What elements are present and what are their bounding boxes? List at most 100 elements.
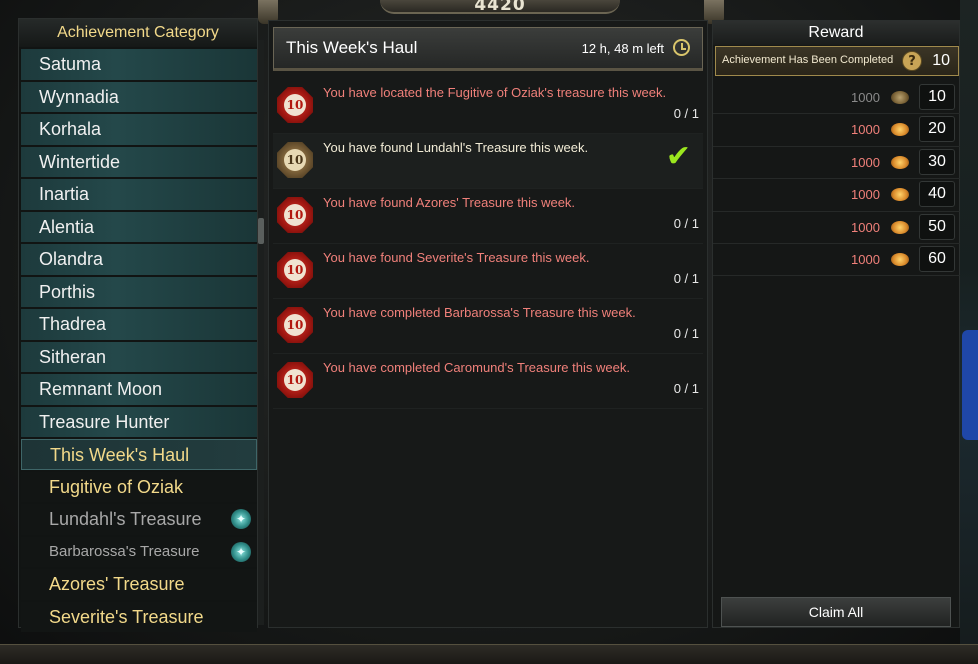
badge-icon: 10: [277, 362, 313, 398]
achievement-row[interactable]: 10 You have completed Barbarossa's Treas…: [273, 299, 703, 354]
background-figure: [962, 330, 978, 440]
reward-amount: 1000: [851, 219, 880, 235]
category-label: Olandra: [39, 249, 104, 269]
reward-amount: 1000: [851, 122, 880, 138]
coin-icon: [891, 155, 909, 169]
badge-icon: 10: [277, 197, 313, 233]
subcategory-this-weeks-haul[interactable]: This Week's Haul: [21, 439, 257, 470]
badge-points: 10: [284, 204, 306, 226]
completed-summary: Achievement Has Been Completed ? 10: [715, 46, 959, 76]
question-icon[interactable]: ?: [902, 51, 922, 71]
reward-row: 1000 10: [713, 82, 961, 115]
subcategory-fugitive-of-oziak[interactable]: Fugitive of Oziak: [21, 471, 257, 502]
subcategory-azores-treasure[interactable]: Azores' Treasure: [21, 569, 257, 600]
reward-threshold: 40: [919, 181, 955, 208]
subcategory-label: Fugitive of Oziak: [49, 476, 184, 497]
subcategory-label: This Week's Haul: [50, 445, 190, 465]
achievement-header: This Week's Haul 12 h, 48 m left: [273, 27, 703, 71]
subcategory-label: Barbarossa's Treasure: [49, 542, 200, 560]
achievement-progress: 0 / 1: [673, 326, 699, 341]
completed-gem-icon: ✦: [231, 541, 251, 562]
category-item[interactable]: Inartia: [21, 179, 257, 210]
category-label: Porthis: [39, 281, 96, 302]
achievement-text: You have completed Barbarossa's Treasure…: [323, 305, 636, 320]
achievement-row[interactable]: 10 You have found Severite's Treasure th…: [273, 244, 703, 299]
coin-icon: [891, 188, 909, 202]
time-remaining: 12 h, 48 m left: [581, 41, 664, 56]
achievement-points: 4420: [474, 0, 526, 15]
achievement-progress: 0 / 1: [673, 271, 699, 286]
achievement-window: 4420 Achievement Category Satuma Wynnadi…: [0, 0, 978, 664]
achievement-progress: 0 / 1: [673, 381, 699, 396]
achievement-row[interactable]: 10 You have found Azores' Treasure this …: [273, 189, 703, 244]
category-label: Inartia: [39, 184, 90, 204]
badge-icon: 10: [277, 87, 313, 123]
completed-gem-icon: ✦: [231, 509, 251, 529]
reward-threshold: 50: [919, 213, 955, 240]
achievement-row[interactable]: 10 You have found Lundahl's Treasure thi…: [273, 134, 703, 189]
subcategory-lundahls-treasure[interactable]: Lundahl's Treasure ✦: [21, 504, 257, 535]
reward-threshold: 20: [919, 116, 955, 143]
category-item-treasure-hunter[interactable]: Treasure Hunter: [21, 406, 257, 437]
reward-row: 1000 50: [713, 212, 961, 244]
category-label: Sitheran: [39, 346, 107, 367]
completed-label: Achievement Has Been Completed: [722, 54, 894, 66]
reward-header: Reward: [713, 21, 959, 45]
reward-threshold: 30: [919, 148, 955, 175]
category-scrollbar[interactable]: [258, 40, 264, 625]
category-label: Wintertide: [39, 151, 121, 172]
category-label: Thadrea: [39, 314, 107, 334]
subcategory-label: Severite's Treasure: [49, 606, 204, 627]
reward-row: 1000 20: [713, 114, 961, 147]
achievement-row[interactable]: 10 You have completed Caromund's Treasur…: [273, 354, 703, 409]
reward-row: 1000 40: [713, 179, 961, 212]
scrollbar-thumb[interactable]: [258, 218, 264, 244]
category-item[interactable]: Wintertide: [21, 146, 257, 177]
reward-row: 1000 30: [713, 147, 961, 180]
category-label: Wynnadia: [39, 86, 119, 107]
badge-points: 10: [284, 149, 306, 171]
subcategory-severites-treasure[interactable]: Severite's Treasure: [21, 601, 257, 632]
achievement-list: 10 You have located the Fugitive of Ozia…: [273, 79, 705, 409]
badge-points: 10: [284, 314, 306, 336]
category-item[interactable]: Korhala: [21, 114, 257, 145]
subcategory-barbarossas-treasure[interactable]: Barbarossa's Treasure ✦: [21, 536, 257, 567]
category-item[interactable]: Remnant Moon: [21, 374, 257, 405]
category-item[interactable]: Thadrea: [21, 309, 257, 340]
coin-icon: [891, 252, 909, 266]
achievement-text: You have found Lundahl's Treasure this w…: [323, 140, 589, 155]
reward-threshold: 10: [919, 84, 955, 110]
achievement-row[interactable]: 10 You have located the Fugitive of Ozia…: [273, 79, 703, 134]
category-item[interactable]: Alentia: [21, 211, 257, 242]
reward-panel: Reward Achievement Has Been Completed ? …: [712, 20, 961, 628]
category-label: Alentia: [39, 216, 95, 237]
category-label: Remnant Moon: [39, 379, 163, 399]
reward-amount: 1000: [851, 251, 880, 267]
subcategory-label: Lundahl's Treasure: [49, 509, 202, 529]
category-label: Korhala: [39, 119, 102, 139]
reward-list: 1000 10 1000 20 1000 30 1000 40 1000 50 …: [713, 82, 961, 277]
category-label: Satuma: [39, 54, 102, 74]
category-label: Treasure Hunter: [39, 411, 170, 432]
category-header: Achievement Category: [19, 19, 257, 47]
category-item[interactable]: Porthis: [21, 276, 257, 307]
badge-points: 10: [284, 94, 306, 116]
claim-all-button[interactable]: Claim All: [721, 597, 951, 627]
achievement-title: This Week's Haul: [286, 38, 418, 57]
bottom-frame: [0, 644, 978, 664]
category-item[interactable]: Olandra: [21, 244, 257, 275]
subcategory-label: Azores' Treasure: [49, 574, 185, 594]
reward-row: 1000 60: [713, 244, 961, 277]
achievement-text: You have found Azores' Treasure this wee…: [323, 195, 576, 210]
achievement-panel: This Week's Haul 12 h, 48 m left 10 You …: [268, 20, 708, 628]
achievement-text: You have found Severite's Treasure this …: [323, 250, 590, 265]
reward-threshold: 60: [919, 245, 955, 272]
category-item[interactable]: Sitheran: [21, 341, 257, 372]
points-plaque: 4420: [380, 0, 620, 14]
category-item[interactable]: Wynnadia: [21, 81, 257, 112]
category-item[interactable]: Satuma: [21, 49, 257, 80]
coin-icon: [891, 220, 909, 234]
clock-icon: [673, 39, 690, 56]
reward-amount: 1000: [851, 90, 880, 105]
reward-amount: 1000: [851, 187, 880, 203]
